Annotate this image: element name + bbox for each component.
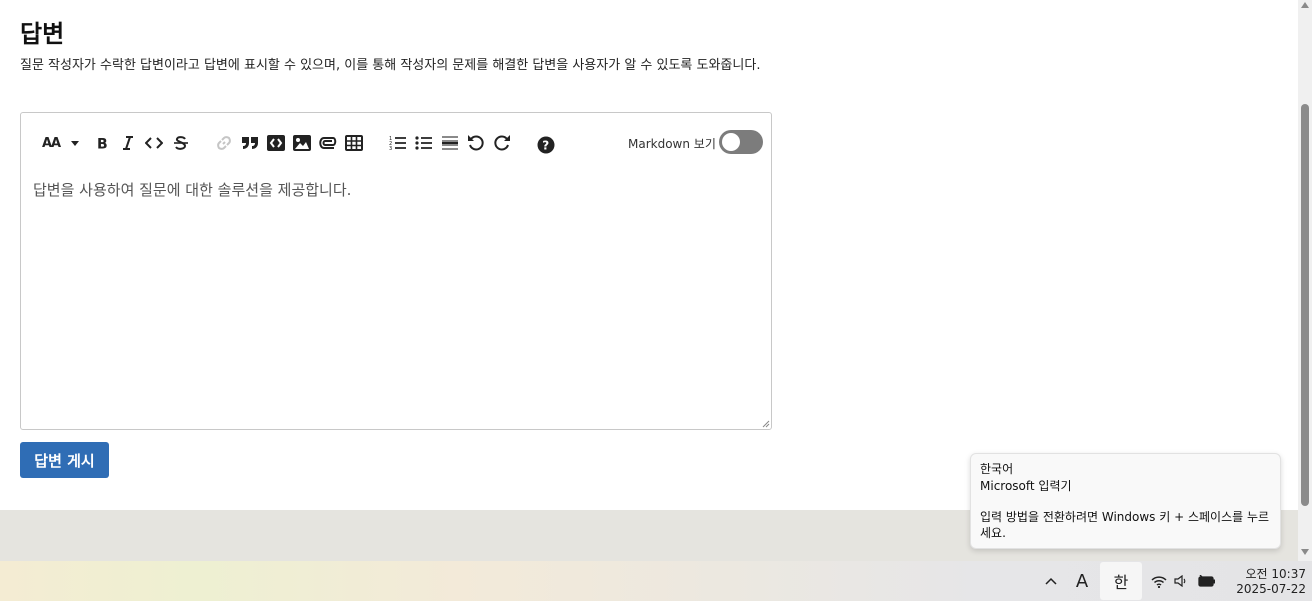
- svg-text:B: B: [97, 137, 108, 151]
- clock-time: 오전 10:37: [1245, 567, 1306, 581]
- table-icon[interactable]: [344, 133, 364, 153]
- scroll-thumb[interactable]: [1301, 104, 1309, 506]
- post-answer-button[interactable]: 답변 게시: [20, 442, 109, 478]
- scroll-down-arrow-icon[interactable]: [1301, 549, 1309, 555]
- svg-text:?: ?: [542, 139, 549, 153]
- ime-mode-indicator[interactable]: 한: [1100, 561, 1142, 601]
- dropdown-caret-icon[interactable]: [69, 133, 81, 153]
- taskbar-clock[interactable]: 오전 10:37 2025-07-22: [1226, 567, 1306, 597]
- help-icon[interactable]: ?: [536, 135, 556, 155]
- ime-language: 한국어: [980, 462, 1014, 476]
- heading-icon[interactable]: AA: [41, 133, 61, 153]
- markdown-toggle-label: Markdown 보기: [628, 137, 716, 151]
- page-title: 답변: [20, 20, 65, 48]
- undo-icon[interactable]: [466, 133, 486, 153]
- strikethrough-icon[interactable]: [172, 133, 190, 153]
- image-icon[interactable]: [292, 133, 312, 153]
- font-indicator[interactable]: A: [1070, 561, 1094, 601]
- answer-description: 질문 작성자가 수락한 답변이라고 답변에 표시할 수 있으며, 이를 통해 작…: [20, 58, 761, 73]
- redo-icon[interactable]: [492, 133, 512, 153]
- heading-label: AA: [41, 135, 61, 151]
- answer-editor[interactable]: AA B 1 2 3 ? Markdown 보기 답변을 사용하여 질문에 대한…: [20, 112, 772, 430]
- italic-icon[interactable]: [119, 133, 137, 153]
- speaker-icon[interactable]: [1172, 561, 1190, 601]
- quote-icon[interactable]: [240, 133, 260, 153]
- bold-icon[interactable]: B: [93, 133, 111, 153]
- svg-text:3: 3: [389, 146, 392, 151]
- chevron-up-icon[interactable]: [1040, 561, 1062, 601]
- attachment-icon[interactable]: [318, 133, 338, 153]
- scroll-up-arrow-icon[interactable]: [1301, 2, 1309, 8]
- clock-date: 2025-07-22: [1236, 582, 1306, 596]
- code-icon[interactable]: [144, 133, 164, 153]
- resize-handle-icon[interactable]: [762, 420, 770, 428]
- battery-icon[interactable]: [1196, 561, 1218, 601]
- ime-name: Microsoft 입력기: [980, 479, 1072, 493]
- ime-tooltip: 한국어 Microsoft 입력기 입력 방법을 전환하려면 Windows 키…: [970, 453, 1281, 549]
- wifi-icon[interactable]: [1148, 561, 1170, 601]
- editor-toolbar: AA B 1 2 3 ? Markdown 보기: [21, 113, 771, 169]
- ordered-list-icon[interactable]: 123: [388, 133, 408, 153]
- code-block-icon[interactable]: [266, 133, 286, 153]
- link-icon[interactable]: [214, 133, 234, 153]
- toggle-knob: [722, 133, 740, 151]
- editor-placeholder[interactable]: 답변을 사용하여 질문에 대한 솔루션을 제공합니다.: [33, 179, 351, 200]
- horizontal-rule-icon[interactable]: [440, 133, 460, 153]
- markdown-toggle[interactable]: [719, 130, 763, 154]
- taskbar: A 한 오전 10:37 2025-07-22: [0, 561, 1312, 601]
- unordered-list-icon[interactable]: [414, 133, 434, 153]
- ime-hint: 입력 방법을 전환하려면 Windows 키 + 스페이스를 누르세요.: [980, 510, 1270, 540]
